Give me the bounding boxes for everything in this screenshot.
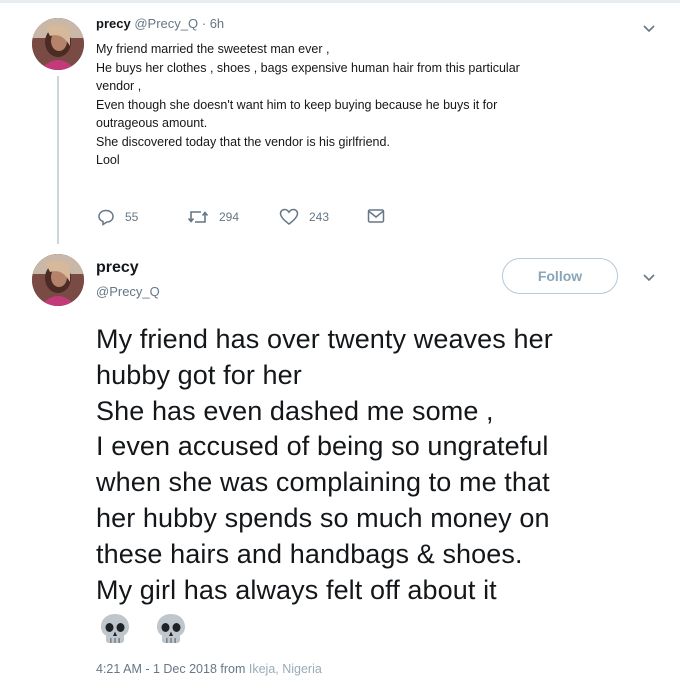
tweet1-line: My friend married the sweetest man ever … bbox=[96, 42, 330, 56]
tweet1-line: She discovered today that the vendor is … bbox=[96, 134, 390, 149]
tweet2-line: when she was complaining to me that bbox=[96, 467, 550, 498]
tweet2-line: My friend has over twenty weaves her bbox=[96, 324, 553, 354]
tweet2-line: these hairs and handbags & shoes. bbox=[96, 538, 523, 569]
tweet1-line: He buys her clothes , shoes , bags expen… bbox=[96, 60, 520, 75]
tweet1-handle[interactable]: @Precy_Q bbox=[134, 16, 198, 31]
avatar-image bbox=[32, 254, 84, 306]
tweet2-name[interactable]: precy bbox=[96, 259, 139, 277]
tweet2-line: her hubby spends so much money on bbox=[96, 502, 550, 533]
emoji-row bbox=[98, 612, 188, 646]
heart-icon bbox=[279, 208, 299, 225]
retweet-icon bbox=[187, 211, 209, 223]
reply-icon bbox=[98, 209, 114, 226]
tweet1-text: My friend married the sweetest man ever … bbox=[96, 40, 641, 170]
envelope-icon bbox=[367, 209, 385, 223]
retweet-button[interactable]: 294 bbox=[187, 208, 239, 226]
tweet2-line: I even accused of being so ungrateful bbox=[96, 431, 549, 462]
skull-emoji bbox=[98, 612, 132, 646]
tweet1-header: precy @Precy_Q · 6h bbox=[96, 16, 224, 31]
dm-button[interactable] bbox=[367, 208, 395, 224]
avatar[interactable] bbox=[32, 18, 84, 70]
avatar[interactable] bbox=[32, 254, 84, 306]
like-button[interactable]: 243 bbox=[279, 208, 329, 226]
reply-button[interactable]: 55 bbox=[97, 208, 138, 226]
tweet2-location[interactable]: Ikeja, Nigeria bbox=[249, 662, 322, 676]
tweet1-line: Even though she doesn't want him to keep… bbox=[96, 97, 498, 112]
chevron-down-icon[interactable] bbox=[642, 273, 656, 283]
tweet1-time[interactable]: 6h bbox=[210, 16, 224, 31]
tweet1-dot: · bbox=[201, 16, 207, 31]
follow-button[interactable]: Follow bbox=[502, 258, 618, 294]
tweet2-timestamp[interactable]: 4:21 AM - 1 Dec 2018 from bbox=[96, 662, 245, 676]
tweet1-name[interactable]: precy bbox=[96, 16, 131, 31]
avatar-image bbox=[32, 18, 84, 70]
tweet2-line: My girl has always felt off about it bbox=[96, 574, 497, 605]
chevron-down-icon[interactable] bbox=[642, 24, 656, 34]
reply-count: 55 bbox=[125, 210, 139, 224]
tweet1-line: outrageous amount. bbox=[96, 116, 208, 130]
like-count: 243 bbox=[309, 210, 330, 224]
tweet2-handle[interactable]: @Precy_Q bbox=[96, 284, 160, 299]
tweet2-meta: 4:21 AM - 1 Dec 2018 from Ikeja, Nigeria bbox=[96, 662, 322, 676]
tweet2-line: hubby got for her bbox=[96, 359, 302, 390]
tweet1-line: Lool bbox=[96, 153, 120, 167]
tweet1-line: vendor , bbox=[96, 79, 142, 93]
skull-emoji bbox=[154, 612, 188, 646]
thread-line bbox=[57, 76, 59, 244]
tweet2-text: My friend has over twenty weaves her hub… bbox=[96, 322, 666, 608]
tweet2-line: She has even dashed me some , bbox=[96, 395, 494, 426]
top-border bbox=[0, 0, 680, 3]
retweet-count: 294 bbox=[219, 210, 240, 224]
